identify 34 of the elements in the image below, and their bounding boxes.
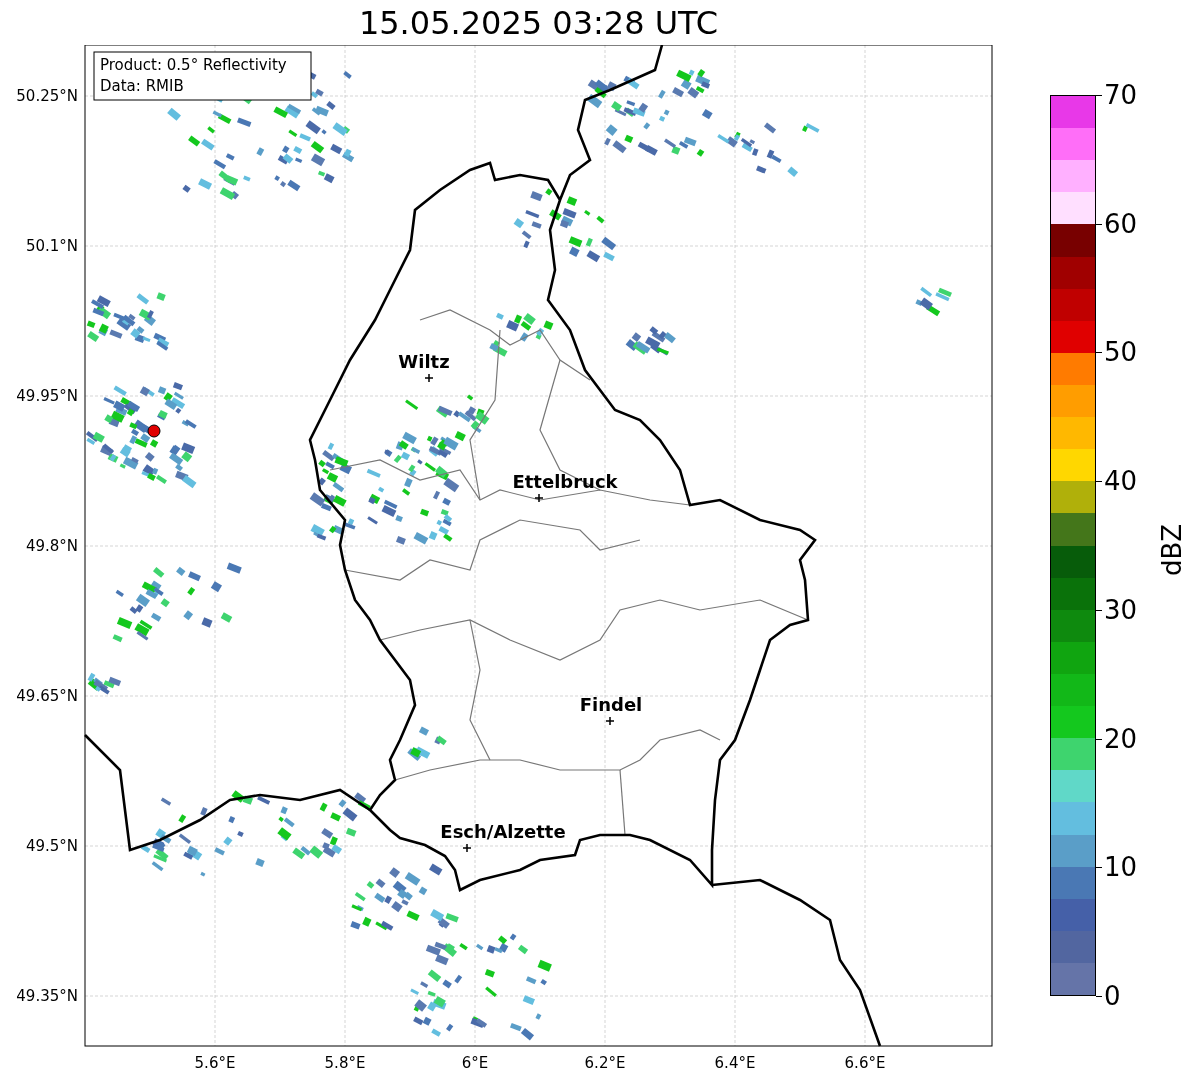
city-marker-icon	[424, 373, 434, 383]
colorbar-tick-label: 30	[1104, 596, 1138, 623]
city-marker-icon	[605, 716, 615, 726]
y-tick-label: 50.25°N	[16, 87, 78, 105]
y-tick-label: 50.1°N	[25, 237, 78, 255]
city-marker-icon	[534, 493, 544, 503]
colorbar-tick-label: 20	[1104, 725, 1138, 752]
city-label: Wiltz	[398, 351, 450, 372]
colorbar-tick-label: 60	[1104, 210, 1138, 237]
x-tick-label: 6.2°E	[584, 1054, 626, 1072]
city-label: Findel	[579, 694, 643, 715]
x-tick-label: 6.6°E	[844, 1054, 886, 1072]
legend-text: Data: RMIB	[100, 77, 184, 95]
radar-site-marker	[147, 424, 161, 438]
colorbar-tick-label: 70	[1104, 82, 1138, 108]
chart-title: 15.05.2025 03:28 UTC	[358, 3, 719, 42]
colorbar-tick-label: 40	[1104, 468, 1138, 495]
y-tick-label: 49.95°N	[16, 387, 78, 405]
city-label: Esch/Alzette	[440, 821, 566, 842]
x-tick-label: 6.4°E	[714, 1054, 756, 1072]
y-tick-label: 49.8°N	[25, 537, 78, 555]
x-tick-label: 5.8°E	[324, 1054, 366, 1072]
x-tick-label: 6°E	[461, 1054, 489, 1072]
y-tick-label: 49.65°N	[16, 687, 78, 705]
colorbar-tick-label: 50	[1104, 339, 1138, 366]
x-tick-label: 5.6°E	[194, 1054, 236, 1072]
colorbar-label: dBZ	[1157, 523, 1184, 577]
y-tick-label: 49.35°N	[16, 987, 78, 1005]
city-marker-icon	[462, 843, 472, 853]
colorbar-tick-label: 10	[1104, 854, 1138, 881]
y-tick-label: 49.5°N	[25, 837, 78, 855]
legend-text: Product: 0.5° Reflectivity	[100, 56, 287, 74]
city-label: Ettelbruck	[512, 471, 618, 492]
colorbar-tick-label: 0	[1104, 983, 1121, 1009]
